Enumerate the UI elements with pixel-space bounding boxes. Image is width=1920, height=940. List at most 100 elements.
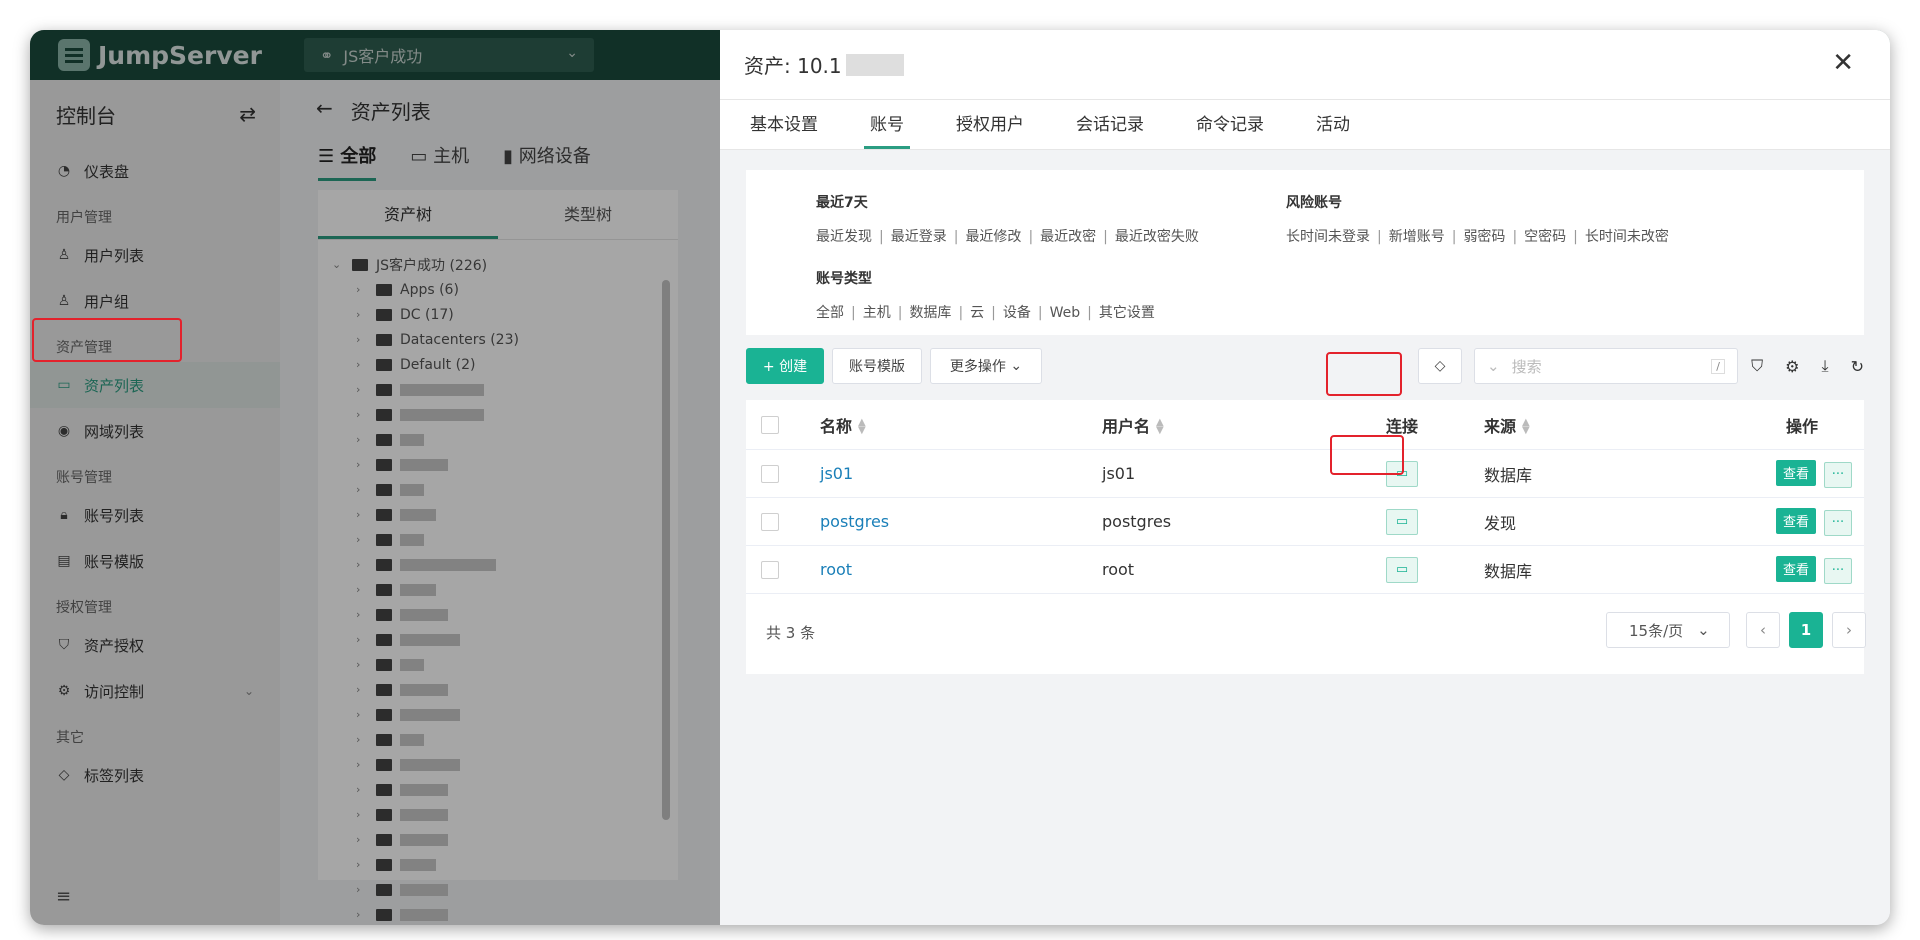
sort-icon: ▲ ▼ (1522, 417, 1530, 436)
filter-link[interactable]: Web (1050, 305, 1081, 321)
close-icon[interactable]: ✕ (1832, 48, 1854, 78)
drawer-header: 资产: 10.1 ✕ (720, 30, 1890, 100)
username-cell: root (1102, 560, 1135, 579)
separator: | (1103, 229, 1108, 245)
prev-page-button[interactable]: ‹ (1746, 612, 1780, 648)
connect-monitor-icon[interactable]: ▭ (1386, 460, 1418, 487)
table-row: js01 js01 ▭ 数据库 查看 ··· (746, 450, 1864, 498)
row-actions: 查看 ··· (1776, 555, 1852, 584)
drawer-tab[interactable]: 基本设置 (744, 100, 824, 149)
tag-filter-icon[interactable]: ◇ (1418, 348, 1462, 384)
username-cell: postgres (1102, 512, 1172, 531)
connect-monitor-icon[interactable]: ▭ (1386, 556, 1418, 583)
asset-detail-drawer: 资产: 10.1 ✕ 基本设置 账号 授权用户 会话记录 命令记录 活动 最近7天 最近发… (720, 30, 1890, 925)
row-actions: 查看 ··· (1776, 459, 1852, 488)
view-button[interactable]: 查看 (1776, 459, 1816, 486)
accounts-table: 名称 ▲ ▼ 用户名 ▲ ▼ 连接 来源 ▲ ▼ 操作 js01 js01 ▭ 数据库 查看 ··· p… (746, 400, 1866, 674)
filter-link[interactable]: 最近登录 (891, 229, 947, 245)
filter-link[interactable]: 全部 (816, 305, 844, 321)
filter-link[interactable]: 数据库 (909, 305, 951, 321)
filter-link[interactable]: 空密码 (1524, 229, 1566, 245)
filter-link[interactable]: 主机 (863, 305, 891, 321)
drawer-tab[interactable]: 会话记录 (1070, 100, 1150, 149)
more-button[interactable]: ··· (1824, 509, 1852, 536)
redacted-ip (845, 53, 904, 76)
more-actions-button[interactable]: 更多操作 ⌄ (930, 348, 1042, 384)
separator: | (953, 229, 959, 245)
page-size-select[interactable]: 15条/页 ⌄ (1606, 612, 1730, 648)
create-button[interactable]: + 创建 (746, 348, 824, 384)
col-username[interactable]: 用户名 ▲ ▼ (1102, 413, 1164, 437)
account-name-link[interactable]: root (820, 560, 852, 579)
separator: | (1451, 229, 1457, 245)
account-name-link[interactable]: postgres (820, 512, 889, 531)
separator: | (1573, 229, 1578, 245)
col-source[interactable]: 来源 ▲ ▼ (1484, 413, 1530, 437)
separator: | (1028, 229, 1034, 245)
refresh-icon[interactable]: ↻ (1851, 357, 1864, 376)
filter-links: 最近发现 | 最近登录 | 最近修改 | 最近改密 | 最近改密失败 (816, 226, 1199, 246)
filter-link[interactable]: 弱密码 (1463, 229, 1505, 245)
separator: | (958, 305, 964, 321)
filter-link[interactable]: 新增账号 (1389, 229, 1445, 245)
page-button-current[interactable]: 1 (1789, 612, 1823, 648)
chevron-down-icon: ⌄ (1697, 621, 1710, 639)
filter-link[interactable]: 最近改密 (1040, 229, 1096, 245)
view-button[interactable]: 查看 (1776, 507, 1816, 534)
search-input[interactable]: ⌄ 搜索 / (1474, 348, 1738, 384)
filter-link[interactable]: 其它设置 (1099, 305, 1155, 321)
filter-link[interactable]: 最近修改 (965, 229, 1021, 245)
quick-filter-box: 最近7天 最近发现 | 最近登录 | 最近修改 | 最近改密 | 最近改密失败 风险账号 长时间… (746, 170, 1864, 335)
connect-monitor-icon[interactable]: ▭ (1386, 508, 1418, 535)
drawer-tabs: 基本设置 账号 授权用户 会话记录 命令记录 活动 (720, 100, 1890, 150)
filter-link[interactable]: 长时间未改密 (1585, 229, 1669, 245)
separator: | (879, 229, 884, 245)
filter-title: 最近7天 (816, 195, 868, 211)
filter-link[interactable]: 设备 (1003, 305, 1031, 321)
select-all-checkbox[interactable] (761, 415, 779, 434)
filter-link[interactable]: 云 (970, 305, 984, 321)
chevron-down-icon[interactable]: ⌄ (1487, 357, 1500, 375)
table-row: root root ▭ 数据库 查看 ··· (746, 546, 1864, 594)
separator: | (851, 305, 856, 321)
row-checkbox[interactable] (761, 512, 779, 531)
filter-link[interactable]: 长时间未登录 (1286, 229, 1370, 245)
username-cell: js01 (1102, 464, 1136, 483)
account-name-link[interactable]: js01 (820, 464, 853, 483)
filter-link[interactable]: 最近改密失败 (1115, 229, 1199, 245)
separator: | (1037, 305, 1043, 321)
filter-links: 长时间未登录 | 新增账号 | 弱密码 | 空密码 | 长时间未改密 (1286, 226, 1669, 246)
next-page-button[interactable]: › (1832, 612, 1866, 648)
row-checkbox[interactable] (761, 560, 779, 579)
view-button[interactable]: 查看 (1776, 555, 1816, 582)
filter-link[interactable]: 最近发现 (816, 229, 872, 245)
drawer-tab[interactable]: 授权用户 (950, 100, 1030, 149)
download-icon[interactable]: ⤓ (1822, 356, 1829, 376)
col-connect: 连接 (1386, 416, 1419, 436)
filter-links: 全部 | 主机 | 数据库 | 云 | 设备 | Web | 其它设置 (816, 302, 1155, 322)
modal-overlay[interactable] (30, 30, 720, 925)
separator: | (897, 305, 903, 321)
app-window: JumpServer ⚭ JS客户成功 ⌄ 控制台 ⇄ ◔ 仪表盘 用户管理 ♙ 用户列… (30, 30, 1890, 925)
search-placeholder: 搜索 (1511, 357, 1542, 376)
sort-icon: ▲ ▼ (858, 417, 866, 436)
filter-group-risk: 风险账号 长时间未登录 | 新增账号 | 弱密码 | 空密码 | 长时间未改密 (1286, 192, 1669, 246)
more-button[interactable]: ··· (1824, 461, 1852, 488)
drawer-tab[interactable]: 命令记录 (1190, 100, 1270, 149)
row-checkbox[interactable] (761, 464, 779, 483)
account-template-button[interactable]: 账号模版 (832, 348, 922, 384)
sort-icon: ▲ ▼ (1156, 417, 1164, 436)
table-footer: 共 3 条 15条/页 ⌄ ‹ 1 › (746, 594, 1866, 674)
table-toolbar: + 创建 账号模版 更多操作 ⌄ ◇ ⌄ 搜索 / ⛉ ⚙ ⤓ ↻ (746, 348, 1864, 388)
gear-icon[interactable]: ⚙ (1785, 357, 1799, 376)
filter-group-types: 账号类型 全部 | 主机 | 数据库 | 云 | 设备 | Web | 其它设置 (816, 268, 1155, 322)
filter-title: 账号类型 (816, 271, 872, 287)
col-actions: 操作 (1786, 416, 1819, 436)
filter-icon[interactable]: ⛉ (1751, 356, 1763, 376)
source-cell: 数据库 (1484, 465, 1533, 485)
drawer-tab[interactable]: 活动 (1310, 100, 1356, 149)
more-button[interactable]: ··· (1824, 557, 1852, 584)
col-name[interactable]: 名称 ▲ ▼ (820, 413, 866, 437)
drawer-tab[interactable]: 账号 (864, 100, 910, 149)
separator: | (1512, 229, 1518, 245)
